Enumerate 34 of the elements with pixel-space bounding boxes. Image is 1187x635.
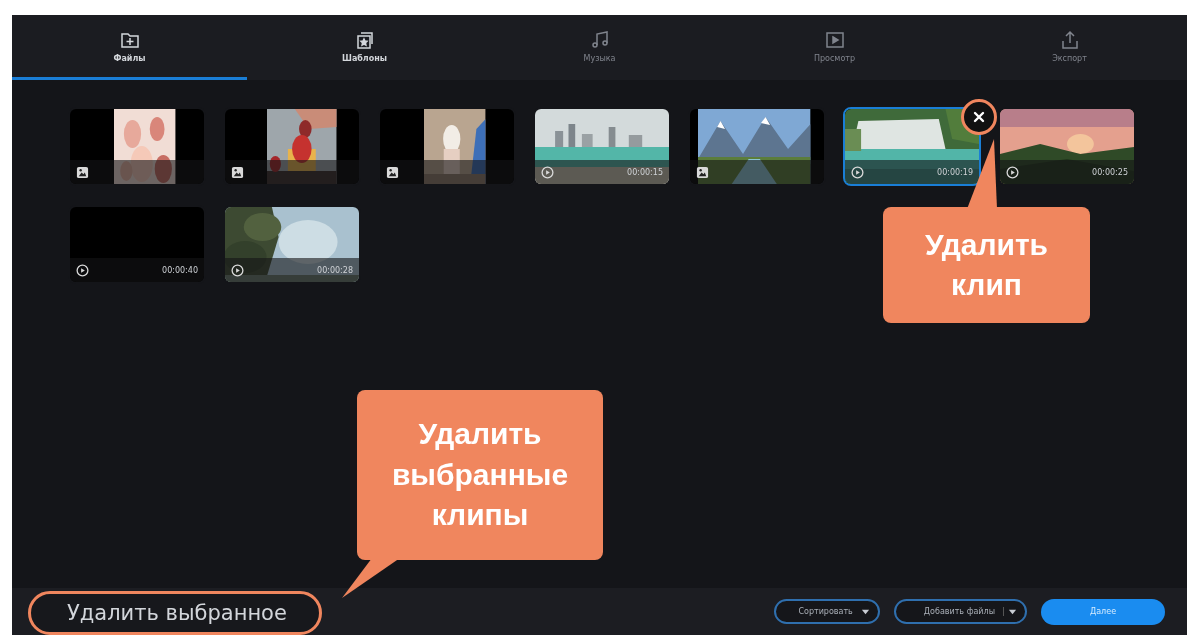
play-icon (76, 263, 89, 277)
clip-card[interactable]: 00:00:15 (533, 107, 671, 186)
add-files-dropdown[interactable]: Добавить файлы (893, 599, 1027, 624)
clip-card[interactable]: 00:00:40 (68, 205, 206, 284)
clip-duration: 00:00:25 (1092, 167, 1128, 177)
caret-icon (1003, 607, 1017, 616)
clip-card[interactable]: 00:00:28 (223, 205, 361, 284)
image-icon (231, 165, 244, 179)
clip-duration: 00:00:15 (627, 167, 663, 177)
delete-selected-button[interactable]: Удалить выбранное (28, 590, 322, 635)
clip-card[interactable]: 00:00:19 (843, 107, 981, 186)
image-icon (696, 165, 709, 179)
clip-card[interactable]: 00:00:25 (998, 107, 1136, 186)
close-button[interactable] (961, 99, 997, 135)
clip-duration: 00:00:40 (162, 265, 198, 275)
sort-dropdown[interactable]: Сортировать (774, 599, 880, 624)
tab[interactable]: Файлы (12, 15, 247, 80)
play-icon (851, 165, 864, 179)
image-icon (76, 165, 89, 179)
star-stack-icon (354, 29, 375, 50)
clip-duration: 00:00:19 (937, 167, 973, 177)
callout: Удалить выбранные клипы (357, 390, 603, 560)
image-icon (386, 165, 399, 179)
play-icon (1006, 165, 1019, 179)
play-icon (541, 165, 554, 179)
clip-duration: 00:00:28 (317, 265, 353, 275)
tab[interactable]: Шаблоны (247, 15, 482, 80)
upload-icon (1059, 29, 1080, 50)
music-note-icon (589, 29, 610, 50)
caret-icon (860, 607, 870, 616)
close-icon (971, 109, 987, 125)
play-icon (231, 263, 244, 277)
play-screen-icon (824, 29, 845, 50)
callout: Удалить клип (883, 207, 1090, 323)
